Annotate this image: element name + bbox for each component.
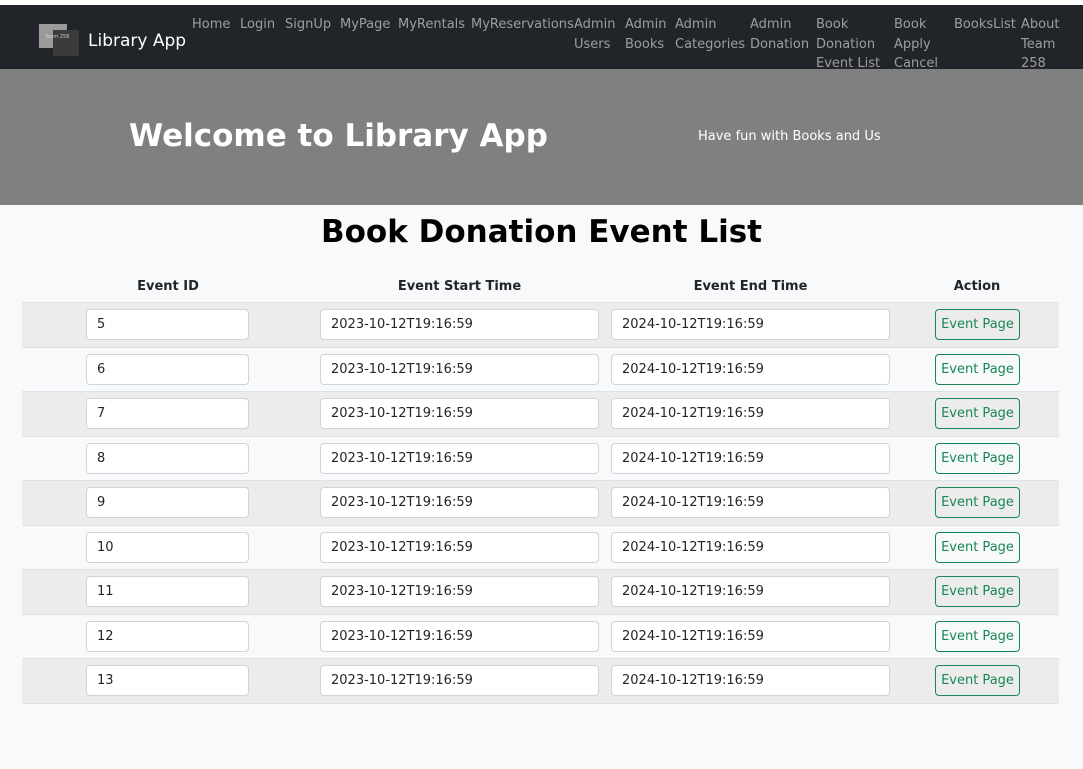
nav-signup[interactable]: SignUp (285, 15, 331, 35)
event-start-time-field[interactable]: 2023-10-12T19:16:59 (320, 309, 599, 340)
event-page-button[interactable]: Event Page (935, 576, 1020, 607)
header-event-id: Event ID (137, 279, 199, 294)
event-start-time-field[interactable]: 2023-10-12T19:16:59 (320, 531, 599, 563)
nav-login[interactable]: Login (240, 15, 275, 35)
event-page-button[interactable]: Event Page (935, 398, 1020, 429)
event-start-time-field[interactable]: 2023-10-12T19:16:59 (320, 442, 599, 474)
event-page-button[interactable]: Event Page (935, 442, 1020, 474)
logo-text: Team 258 (45, 34, 70, 40)
event-page-button[interactable]: Event Page (935, 665, 1020, 696)
event-id-field[interactable]: 6 (86, 353, 249, 385)
table-row: 7 2023-10-12T19:16:59 2024-10-12T19:16:5… (22, 392, 1059, 437)
event-end-time-field[interactable]: 2024-10-12T19:16:59 (611, 620, 890, 652)
navbar: Team 258 Library App Home Login SignUp M… (0, 5, 1083, 71)
event-start-time-field[interactable]: 2023-10-12T19:16:59 (320, 487, 599, 518)
table-row: 10 2023-10-12T19:16:59 2024-10-12T19:16:… (22, 526, 1059, 570)
table-row: 11 2023-10-12T19:16:59 2024-10-12T19:16:… (22, 570, 1059, 615)
nav-book-donation-event-list[interactable]: Book Donation Event List (816, 15, 880, 74)
table-row: 13 2023-10-12T19:16:59 2024-10-12T19:16:… (22, 659, 1059, 704)
event-start-time-field[interactable]: 2023-10-12T19:16:59 (320, 620, 599, 652)
event-end-time-field[interactable]: 2024-10-12T19:16:59 (611, 665, 890, 696)
event-end-time-field[interactable]: 2024-10-12T19:16:59 (611, 309, 890, 340)
event-page-button[interactable]: Event Page (935, 353, 1020, 385)
nav-myreservations[interactable]: MyReservations (471, 15, 574, 35)
event-start-time-field[interactable]: 2023-10-12T19:16:59 (320, 398, 599, 429)
hero-subtitle: Have fun with Books and Us (698, 129, 881, 144)
event-start-time-field[interactable]: 2023-10-12T19:16:59 (320, 353, 599, 385)
event-page-button[interactable]: Event Page (935, 309, 1020, 340)
event-page-button[interactable]: Event Page (935, 487, 1020, 518)
page-title: Book Donation Event List (321, 214, 762, 250)
event-id-field[interactable]: 11 (86, 576, 249, 607)
event-id-field[interactable]: 10 (86, 531, 249, 563)
event-end-time-field[interactable]: 2024-10-12T19:16:59 (611, 576, 890, 607)
event-id-field[interactable]: 8 (86, 442, 249, 474)
event-id-field[interactable]: 12 (86, 620, 249, 652)
event-end-time-field[interactable]: 2024-10-12T19:16:59 (611, 398, 890, 429)
event-end-time-field[interactable]: 2024-10-12T19:16:59 (611, 442, 890, 474)
nav-about-team[interactable]: About Team 258 (1021, 15, 1059, 74)
table-row: 12 2023-10-12T19:16:59 2024-10-12T19:16:… (22, 615, 1059, 659)
event-page-button[interactable]: Event Page (935, 620, 1020, 652)
nav-home[interactable]: Home (192, 15, 230, 35)
event-end-time-field[interactable]: 2024-10-12T19:16:59 (611, 487, 890, 518)
nav-book-apply-cancel[interactable]: Book Apply Cancel (894, 15, 938, 74)
table-header: Event ID Event Start Time Event End Time… (22, 272, 1059, 303)
header-event-end-time: Event End Time (693, 279, 808, 294)
table-row: 5 2023-10-12T19:16:59 2024-10-12T19:16:5… (22, 303, 1059, 348)
nav-admin-categories[interactable]: Admin Categories (675, 15, 745, 54)
nav-bookslist[interactable]: BooksList (954, 15, 1016, 35)
header-event-start-time: Event Start Time (397, 279, 522, 294)
hero-title: Welcome to Library App (129, 118, 548, 154)
nav-mypage[interactable]: MyPage (340, 15, 390, 35)
header-action: Action (953, 279, 1001, 294)
event-table: Event ID Event Start Time Event End Time… (22, 272, 1059, 704)
nav-admin-books[interactable]: Admin Books (625, 15, 666, 54)
event-end-time-field[interactable]: 2024-10-12T19:16:59 (611, 353, 890, 385)
event-id-field[interactable]: 5 (86, 309, 249, 340)
event-page-button[interactable]: Event Page (935, 531, 1020, 563)
event-id-field[interactable]: 7 (86, 398, 249, 429)
event-start-time-field[interactable]: 2023-10-12T19:16:59 (320, 665, 599, 696)
brand-logo[interactable]: Team 258 (39, 24, 79, 56)
nav-admin-donation[interactable]: Admin Donation (750, 15, 809, 54)
event-id-field[interactable]: 13 (86, 665, 249, 696)
table-row: 6 2023-10-12T19:16:59 2024-10-12T19:16:5… (22, 348, 1059, 392)
event-end-time-field[interactable]: 2024-10-12T19:16:59 (611, 531, 890, 563)
brand-name[interactable]: Library App (88, 31, 186, 51)
event-id-field[interactable]: 9 (86, 487, 249, 518)
nav-myrentals[interactable]: MyRentals (398, 15, 465, 35)
nav-admin-users[interactable]: Admin Users (574, 15, 615, 54)
table-row: 9 2023-10-12T19:16:59 2024-10-12T19:16:5… (22, 481, 1059, 526)
table-row: 8 2023-10-12T19:16:59 2024-10-12T19:16:5… (22, 437, 1059, 481)
event-start-time-field[interactable]: 2023-10-12T19:16:59 (320, 576, 599, 607)
